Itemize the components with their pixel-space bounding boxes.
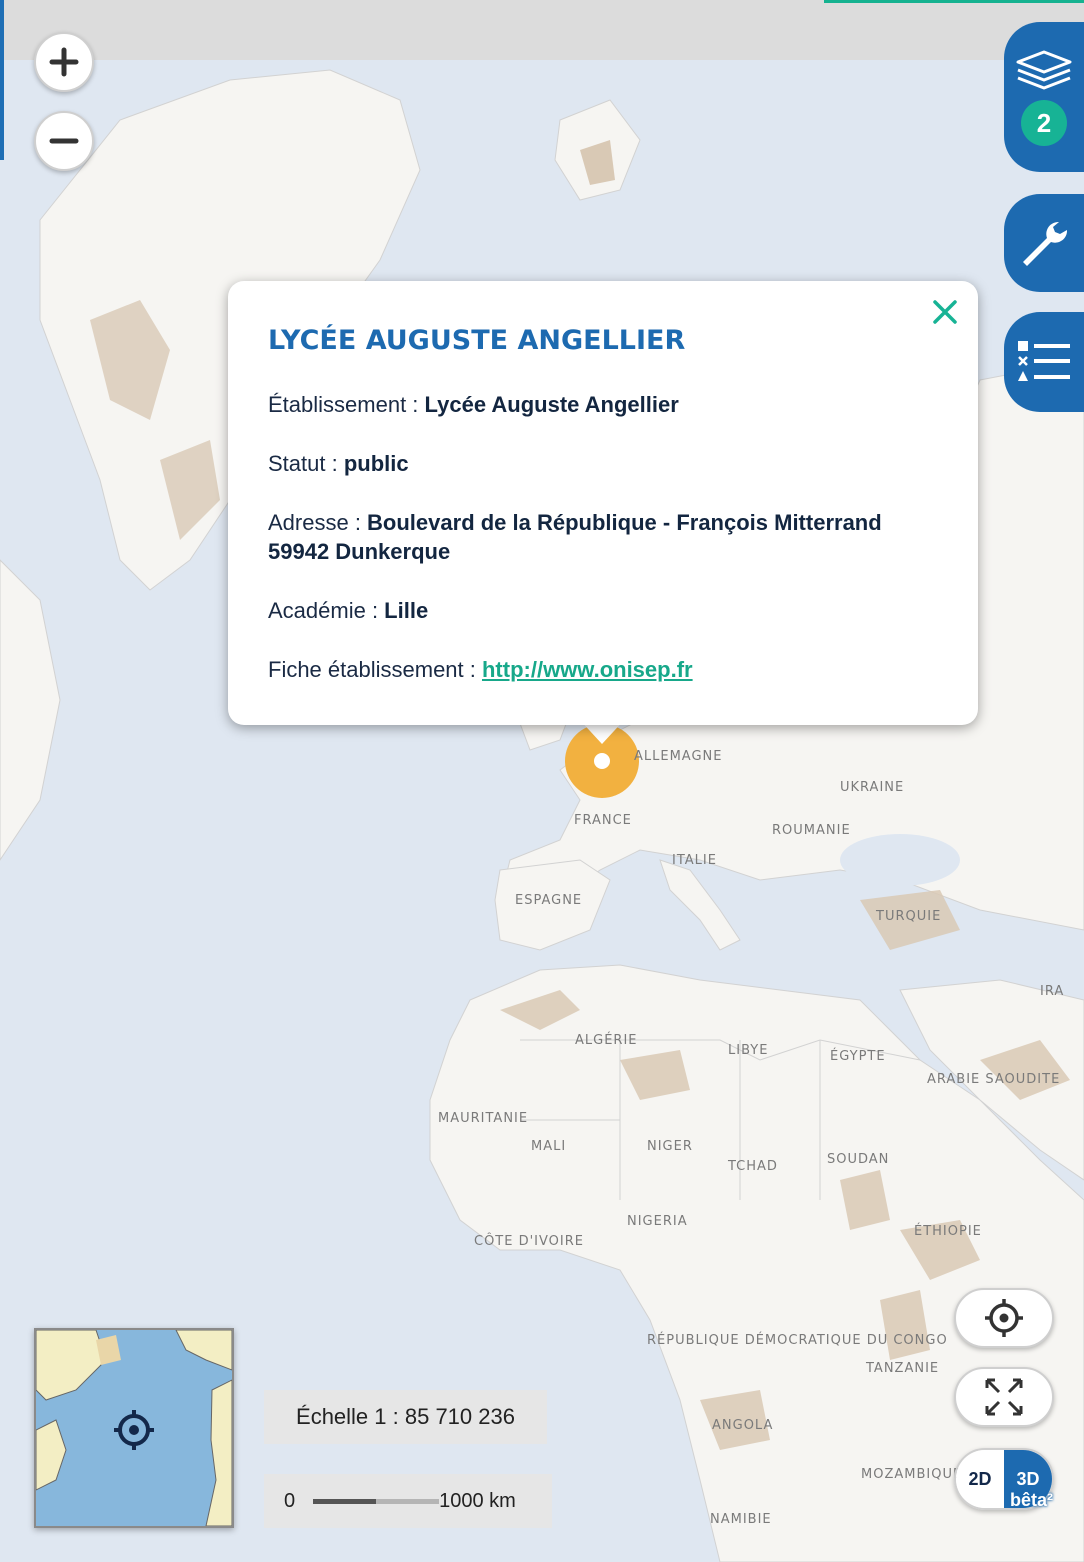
fullscreen-button[interactable]: [954, 1367, 1054, 1427]
scale-bar: 0 1000 km: [264, 1474, 552, 1528]
label-arabie-saoudite: ARABIE SAOUDITE: [927, 1072, 1061, 1087]
legend-tab[interactable]: [1004, 312, 1084, 412]
wrench-icon: [1023, 221, 1068, 266]
statut-value: public: [343, 451, 409, 476]
adresse-line1: Boulevard de la République - François Mi…: [367, 510, 882, 535]
label-egypte: ÉGYPTE: [830, 1049, 886, 1064]
academie-value: Lille: [384, 598, 429, 623]
label-ukraine: UKRAINE: [840, 780, 905, 795]
label-soudan: SOUDAN: [827, 1152, 890, 1167]
label-nigeria: NIGERIA: [627, 1214, 688, 1229]
top-bar: [0, 0, 1084, 60]
label-mauritanie: MAURITANIE: [438, 1111, 529, 1126]
zoom-in-button[interactable]: [34, 32, 94, 92]
etablissement-value: Lycée Auguste Angellier: [424, 392, 679, 417]
fiche-label: Fiche établissement :: [268, 657, 482, 682]
minus-icon: [49, 138, 79, 144]
beta-label: bêta²: [1010, 1490, 1054, 1510]
label-turquie: TURQUIE: [876, 909, 942, 924]
legend-icon: [1018, 341, 1070, 381]
row-etablissement: Établissement : Lycée Auguste Angellier: [268, 390, 938, 419]
label-niger: NIGER: [647, 1139, 693, 1154]
label-mozambique: MOZAMBIQUE: [861, 1467, 963, 1482]
academie-label: Académie :: [268, 598, 385, 623]
label-espagne: ESPAGNE: [515, 893, 583, 908]
label-italie: ITALIE: [672, 853, 717, 868]
label-tchad: TCHAD: [728, 1159, 778, 1174]
scale-bar-end: 1000 km: [439, 1489, 516, 1512]
tools-tab[interactable]: [1004, 194, 1084, 292]
adresse-line2: 59942 Dunkerque: [268, 539, 451, 564]
label-rdc: RÉPUBLIQUE DÉMOCRATIQUE DU CONGO: [647, 1333, 948, 1348]
label-angola: ANGOLA: [712, 1418, 774, 1433]
label-cote-divoire: CÔTE D'IVOIRE: [474, 1234, 584, 1249]
overview-map[interactable]: [34, 1328, 234, 1528]
expand-icon: [985, 1378, 1023, 1416]
label-tanzanie: TANZANIE: [866, 1361, 940, 1376]
crosshair-icon: [114, 1410, 154, 1450]
row-adresse: Adresse : Boulevard de la République - F…: [268, 508, 938, 566]
scale-ratio: Échelle 1 : 85 710 236: [264, 1390, 547, 1444]
label-libye: LIBYE: [728, 1043, 769, 1058]
toggle-2d[interactable]: 2D: [956, 1450, 1004, 1508]
label-mali: MALI: [531, 1139, 567, 1154]
popup-title: LYCÉE AUGUSTE ANGELLIER: [268, 325, 686, 356]
row-statut: Statut : public: [268, 449, 938, 478]
plus-icon: [49, 47, 79, 77]
statut-label: Statut :: [268, 451, 344, 476]
left-accent-line: [0, 0, 4, 160]
label-roumanie: ROUMANIE: [772, 823, 851, 838]
scale-bar-graphic: [313, 1498, 440, 1504]
crosshair-icon: [985, 1299, 1023, 1337]
close-icon[interactable]: [930, 297, 960, 327]
scale-bar-start: 0: [284, 1489, 296, 1512]
label-allemagne: ALLEMAGNE: [634, 749, 723, 764]
label-ira: IRA: [1040, 984, 1065, 999]
layers-count-badge: 2: [1021, 100, 1067, 146]
label-namibie: NAMIBIE: [710, 1512, 772, 1527]
etablissement-label: Établissement :: [268, 392, 425, 417]
label-ethiopie: ÉTHIOPIE: [914, 1224, 982, 1239]
layers-icon: [1016, 50, 1072, 90]
locate-button[interactable]: [954, 1288, 1054, 1348]
label-france: FRANCE: [574, 813, 632, 828]
label-algerie: ALGÉRIE: [575, 1033, 638, 1048]
zoom-out-button[interactable]: [34, 111, 94, 171]
top-accent-line: [824, 0, 1084, 3]
row-fiche: Fiche établissement : http://www.onisep.…: [268, 655, 938, 684]
fiche-link[interactable]: http://www.onisep.fr: [482, 657, 693, 682]
row-academie: Académie : Lille: [268, 596, 938, 625]
layers-tab[interactable]: 2: [1004, 22, 1084, 172]
adresse-label: Adresse :: [268, 510, 368, 535]
info-popup: LYCÉE AUGUSTE ANGELLIER Établissement : …: [228, 281, 978, 725]
